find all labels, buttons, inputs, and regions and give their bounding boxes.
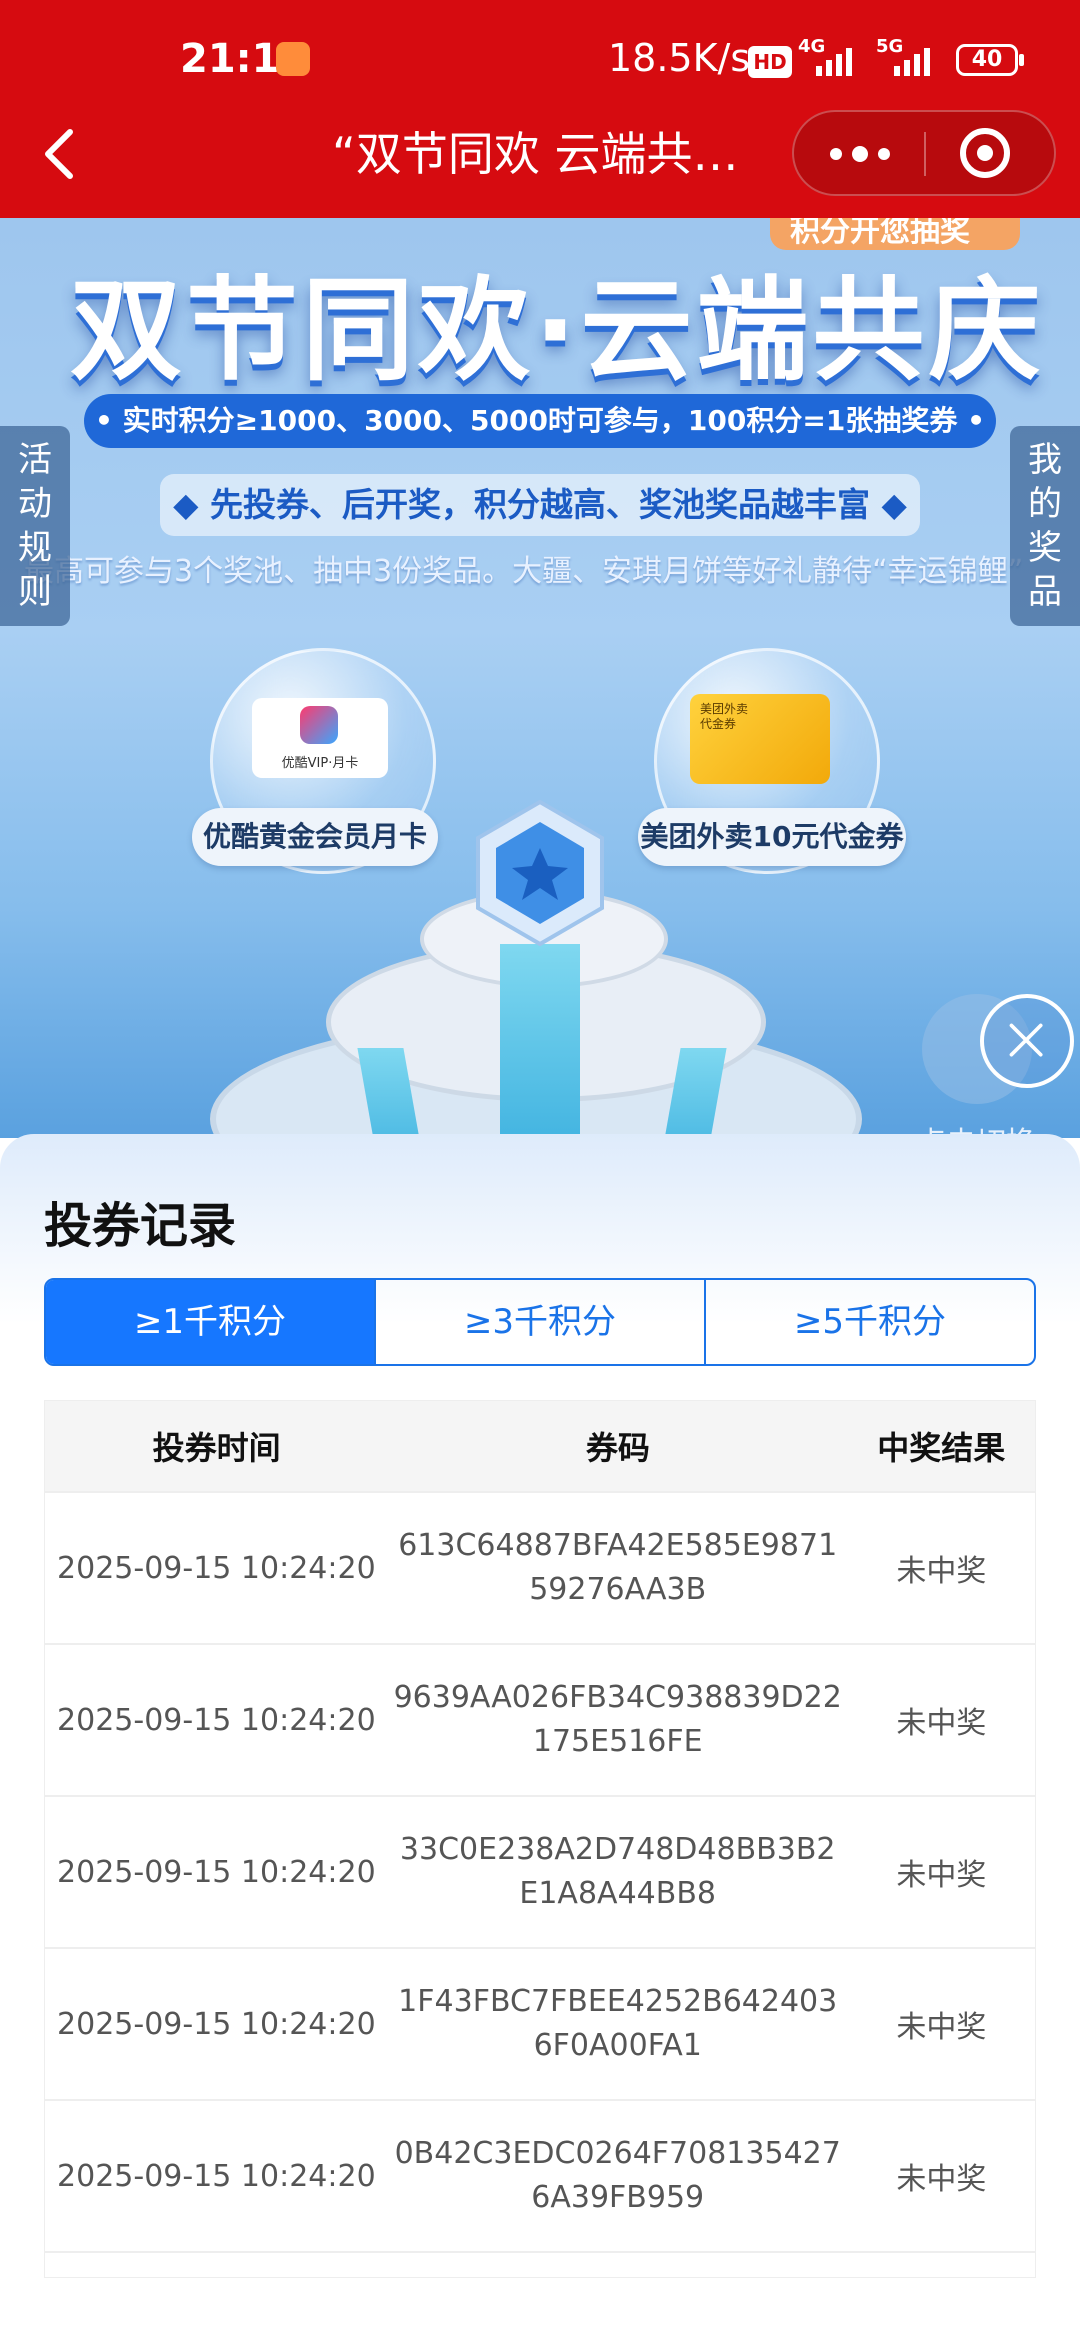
tab-char: 动 xyxy=(18,484,52,524)
cell-result: 未中奖 xyxy=(896,1706,987,1741)
more-icon-dot xyxy=(878,148,890,160)
cell-time: 2025-09-15 10:24:20 xyxy=(57,2158,376,2194)
cell-result: 未中奖 xyxy=(896,2010,987,2045)
cell-code: 1F43FBC7FBEE4252B6424036F0A00FA1 xyxy=(398,1984,838,2063)
table-row: 2025-09-15 10:24:20 613C64887BFA42E585E9… xyxy=(45,1491,1035,1643)
cell-time: 2025-09-15 10:24:20 xyxy=(57,1550,376,1586)
column-header-code: 券码 xyxy=(585,1429,650,1467)
signal-icon xyxy=(894,48,934,76)
youku-card-image: 优酷VIP·月卡 xyxy=(252,698,388,778)
meituan-card-line: 代金券 xyxy=(700,717,737,731)
cell-time: 2025-09-15 10:24:20 xyxy=(57,1702,376,1738)
more-icon-dot xyxy=(852,146,868,162)
table-row: 2025-09-15 10:24:20 1F43FBC7FBEE4252B642… xyxy=(45,1947,1035,2099)
sheet-title: 投券记录 xyxy=(44,1198,237,1254)
column-header-time: 投券时间 xyxy=(152,1429,281,1467)
tab-char: 的 xyxy=(1028,484,1062,524)
cell-result: 未中奖 xyxy=(896,2162,987,2197)
meituan-card-line: 美团外卖 xyxy=(700,702,749,716)
cell-code: 33C0E238A2D748D48BB3B2E1A8A44BB8 xyxy=(399,1832,836,1911)
page-title: “双节同欢 云端共… xyxy=(332,127,739,181)
hd-icon: HD xyxy=(748,46,792,78)
capsule-divider xyxy=(924,132,926,176)
table-row: 2025-09-15 10:24:20 9639AA026FB34C938839… xyxy=(45,1643,1035,1795)
prize-label-meituan: 美团外卖10元代金券 xyxy=(638,808,906,866)
activity-rules-tab[interactable]: 活 动 规 则 xyxy=(0,426,70,626)
banner-subtitle: ◆ 先投券、后开奖，积分越高、奖池奖品越丰富 ◆ xyxy=(160,474,920,536)
cell-code: 9639AA026FB34C938839D22175E516FE xyxy=(393,1680,842,1759)
mini-program-capsule xyxy=(792,110,1056,196)
activity-banner: 积分开您抽奖 双节同欢·云端共庆 • 实时积分≥1000、3000、5000时可… xyxy=(0,218,1080,1138)
tab-char: 我 xyxy=(1028,440,1062,480)
tab-char: 规 xyxy=(18,528,52,568)
table-row-partial xyxy=(45,2251,1035,2277)
cell-code-wrap: 1F43FBC7FBEE4252B6424036F0A00FA1 xyxy=(388,1949,848,2099)
cell-code-wrap: 9639AA026FB34C938839D22175E516FE xyxy=(388,1645,848,1795)
status-bar: 21:16 18.5K/s HD 4G 5G 40 xyxy=(0,0,1080,120)
points-tier-tabs: ≥1千积分 ≥3千积分 ≥5千积分 xyxy=(44,1278,1036,1366)
close-miniprogram-icon[interactable] xyxy=(960,128,1010,178)
signal-icon xyxy=(816,48,856,76)
banner-description: 最高可参与3个奖池、抽中3份奖品。大疆、安琪月饼等好礼静待“幸运锦鲤” xyxy=(24,554,1024,589)
tab-char: 则 xyxy=(18,572,52,612)
record-table: 投券时间 券码 中奖结果 2025-09-15 10:24:20 613C648… xyxy=(44,1400,1036,2278)
meituan-voucher-image: 美团外卖 代金券 xyxy=(690,694,830,784)
cell-time: 2025-09-15 10:24:20 xyxy=(57,2006,376,2042)
cell-code: 613C64887BFA42E585E987159276AA3B xyxy=(398,1528,838,1607)
cell-code-wrap: 33C0E238A2D748D48BB3B2E1A8A44BB8 xyxy=(388,1797,848,1947)
cell-code-wrap: 613C64887BFA42E585E987159276AA3B xyxy=(388,1493,848,1643)
close-icon[interactable] xyxy=(980,994,1074,1088)
voucher-record-sheet: 投券记录 ≥1千积分 ≥3千积分 ≥5千积分 投券时间 券码 中奖结果 2025… xyxy=(0,1134,1080,2340)
more-icon-dot xyxy=(830,148,842,160)
back-arrow-icon[interactable] xyxy=(36,124,84,184)
table-row: 2025-09-15 10:24:20 33C0E238A2D748D48BB3… xyxy=(45,1795,1035,1947)
tab-char: 活 xyxy=(18,440,52,480)
cell-result: 未中奖 xyxy=(896,1554,987,1589)
top-bar: 21:16 18.5K/s HD 4G 5G 40 “双节同欢 云端共… xyxy=(0,0,1080,218)
app-notification-icon xyxy=(276,42,310,76)
network-speed: 18.5K/s xyxy=(608,36,751,80)
banner-title: 双节同欢·云端共庆 xyxy=(70,266,1045,396)
column-header-result: 中奖结果 xyxy=(877,1429,1006,1467)
cell-code: 0B42C3EDC0264F7081354276A39FB959 xyxy=(394,2136,841,2215)
my-prizes-tab[interactable]: 我 的 奖 品 xyxy=(1010,426,1080,626)
cell-time: 2025-09-15 10:24:20 xyxy=(57,1854,376,1890)
tab-3k-points[interactable]: ≥3千积分 xyxy=(374,1280,704,1364)
cell-code-wrap: 0B42C3EDC0264F7081354276A39FB959 xyxy=(388,2101,848,2251)
youku-logo-icon xyxy=(300,706,338,744)
table-row: 2025-09-15 10:24:20 0B42C3EDC0264F708135… xyxy=(45,2099,1035,2251)
waterfall xyxy=(500,944,580,1138)
tab-char: 奖 xyxy=(1028,528,1062,568)
youku-card-text: 优酷VIP·月卡 xyxy=(281,756,359,771)
table-header: 投券时间 券码 中奖结果 xyxy=(45,1401,1035,1491)
tab-5k-points[interactable]: ≥5千积分 xyxy=(704,1280,1034,1364)
tab-char: 品 xyxy=(1028,572,1062,612)
tab-1k-points[interactable]: ≥1千积分 xyxy=(46,1280,374,1364)
star-badge-icon xyxy=(476,799,604,947)
battery-icon: 40 xyxy=(956,44,1024,76)
meituan-card-text: 美团外卖 代金券 xyxy=(700,702,748,732)
rule-pill: • 实时积分≥1000、3000、5000时可参与，100积分=1张抽奖券 • xyxy=(84,394,996,448)
prize-label-youku: 优酷黄金会员月卡 xyxy=(192,808,438,866)
more-button[interactable] xyxy=(794,112,924,194)
cell-result: 未中奖 xyxy=(896,1858,987,1893)
